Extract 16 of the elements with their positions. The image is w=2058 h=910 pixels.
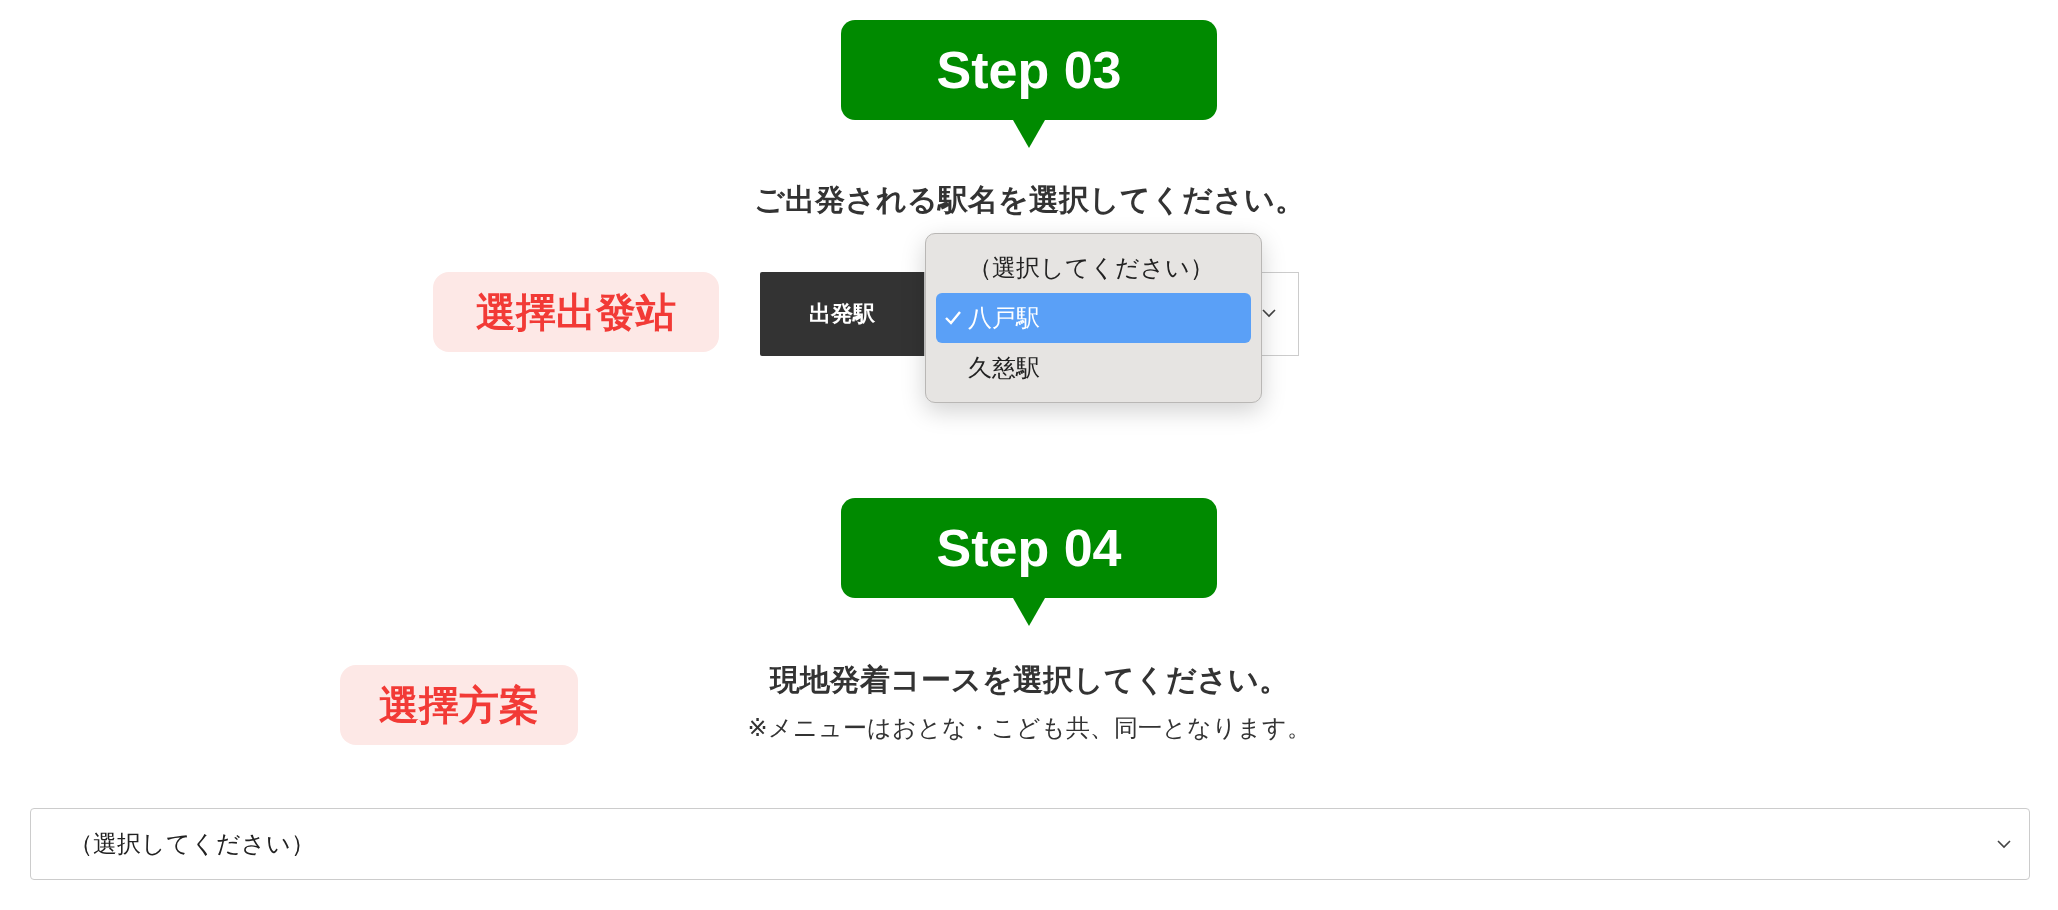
course-select[interactable]: （選択してください） xyxy=(30,808,2030,880)
badge-tail xyxy=(1013,120,1045,148)
dropdown-option[interactable]: 久慈駅 xyxy=(935,343,1251,393)
note-text: ※メニューはおとな・こども共、同一となります。 xyxy=(747,713,1311,744)
step-badge: Step 03 xyxy=(841,20,1217,120)
badge-tail xyxy=(1013,598,1045,626)
heading: 現地発着コースを選択してください。 xyxy=(769,661,1289,699)
check-icon xyxy=(943,310,962,326)
annotation-label: 選擇方案 xyxy=(340,665,578,745)
chevron-icon xyxy=(1997,839,2011,849)
step-badge: Step 04 xyxy=(841,498,1217,598)
annotation-label: 選擇出發站 xyxy=(433,272,719,352)
field-label: 出発駅 xyxy=(759,272,924,356)
heading: ご出発される駅名を選択してください。 xyxy=(753,181,1305,219)
chevron-icon xyxy=(1261,309,1276,318)
dropdown-option[interactable]: （選択してください） xyxy=(935,243,1251,293)
